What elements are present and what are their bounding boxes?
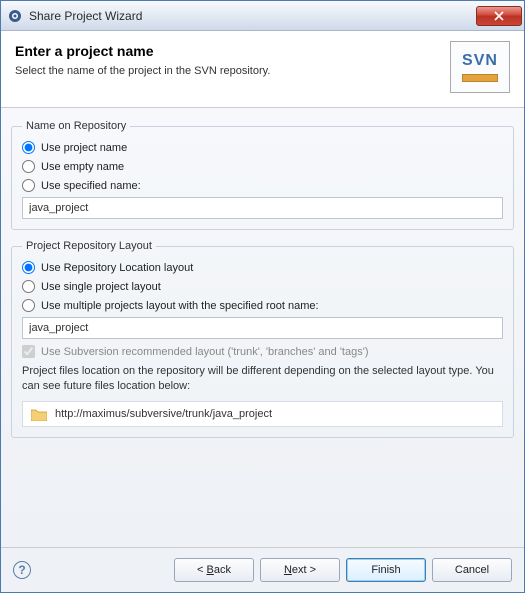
- window-title: Share Project Wizard: [29, 9, 476, 23]
- wizard-window: Share Project Wizard Enter a project nam…: [0, 0, 525, 593]
- radio-use-empty-name[interactable]: Use empty name: [22, 157, 503, 176]
- layout-info-text: Project files location on the repository…: [22, 364, 503, 395]
- cancel-button[interactable]: Cancel: [432, 558, 512, 582]
- titlebar: Share Project Wizard: [1, 1, 524, 31]
- banner: Enter a project name Select the name of …: [1, 31, 524, 108]
- close-button[interactable]: [476, 6, 522, 26]
- name-legend: Name on Repository: [22, 120, 130, 132]
- next-button[interactable]: Next >: [260, 558, 340, 582]
- specified-name-input[interactable]: [22, 197, 503, 219]
- help-button[interactable]: ?: [13, 561, 31, 579]
- future-location-box: http://maximus/subversive/trunk/java_pro…: [22, 401, 503, 427]
- radio-single-layout[interactable]: Use single project layout: [22, 277, 503, 296]
- svn-logo: SVN: [450, 41, 510, 93]
- page-title: Enter a project name: [15, 43, 442, 59]
- radio-multiple-layout[interactable]: Use multiple projects layout with the sp…: [22, 296, 503, 315]
- recommended-layout-checkbox-row: Use Subversion recommended layout ('trun…: [22, 339, 503, 362]
- repository-layout-group: Project Repository Layout Use Repository…: [11, 240, 514, 438]
- recommended-layout-checkbox: [22, 345, 35, 358]
- finish-button[interactable]: Finish: [346, 558, 426, 582]
- radio-use-project-name[interactable]: Use project name: [22, 138, 503, 157]
- radio-location-layout[interactable]: Use Repository Location layout: [22, 258, 503, 277]
- app-icon: [7, 8, 23, 24]
- name-on-repository-group: Name on Repository Use project name Use …: [11, 120, 514, 230]
- footer: ? < Back Next > Finish Cancel: [1, 547, 524, 592]
- root-name-input[interactable]: [22, 317, 503, 339]
- back-button[interactable]: < Back: [174, 558, 254, 582]
- content-area: Name on Repository Use project name Use …: [1, 108, 524, 547]
- radio-use-specified-name[interactable]: Use specified name:: [22, 176, 503, 195]
- folder-icon: [31, 407, 47, 421]
- layout-legend: Project Repository Layout: [22, 240, 156, 252]
- page-subtitle: Select the name of the project in the SV…: [15, 65, 442, 77]
- future-location-path: http://maximus/subversive/trunk/java_pro…: [55, 408, 272, 420]
